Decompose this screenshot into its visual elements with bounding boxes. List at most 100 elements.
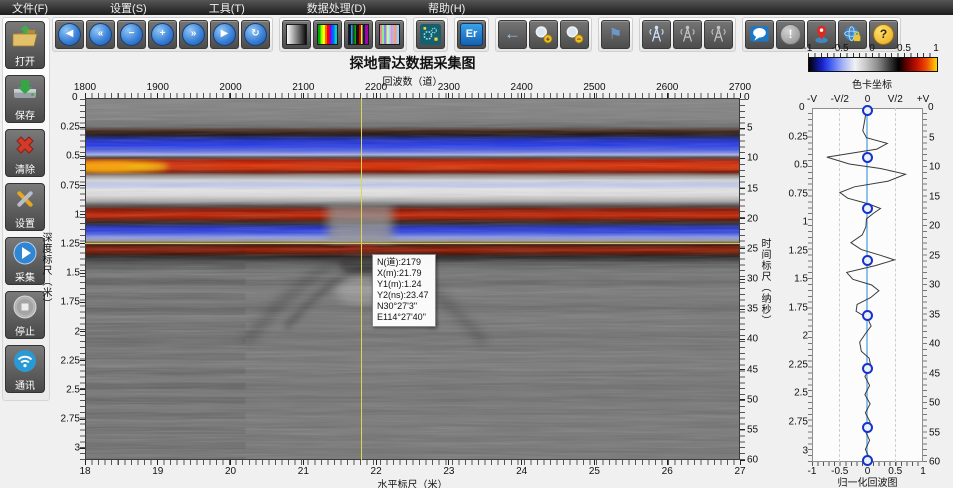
wave-right-tick-labels: 51015202530354045505560	[929, 108, 949, 462]
clear-x-icon	[12, 133, 38, 159]
antenna-active-icon	[646, 24, 667, 45]
menu-item[interactable]: 工具(T)	[209, 0, 245, 16]
tick-label: 1.75	[61, 297, 80, 308]
colormap-grayscale-button[interactable]	[282, 20, 311, 49]
wave-top-tick-label: -V	[807, 94, 817, 105]
step-forward-icon: ▶	[213, 23, 236, 46]
step-forward-button[interactable]: ▶	[210, 20, 239, 49]
step-backward-button[interactable]: ◀	[55, 20, 84, 49]
tick-label: 5	[747, 123, 753, 134]
colormap-swatch	[348, 24, 369, 45]
magnifier-zoom-in-button[interactable]: +	[529, 20, 558, 49]
colormap-swatch	[317, 24, 338, 45]
bottom-axis-label: 水平标尺（米）	[85, 476, 740, 488]
tick-mark	[594, 460, 595, 465]
tick-mark	[448, 460, 449, 465]
tools-icon	[12, 187, 38, 213]
network-globe-icon	[842, 24, 863, 45]
tick-label: 55	[929, 427, 940, 438]
menu-item[interactable]: 帮助(H)	[428, 0, 465, 16]
tick-label: 2.5	[66, 384, 80, 395]
flag-marker-button[interactable]: ⚑	[601, 20, 630, 49]
tick-label: 0.25	[61, 122, 80, 133]
tick-mark	[740, 339, 745, 340]
antenna-inactive-2-button[interactable]	[704, 20, 733, 49]
antenna-active-button[interactable]	[642, 20, 671, 49]
colormap-rainbow-button[interactable]	[313, 20, 342, 49]
sidebar-button-label: 设置	[6, 215, 44, 230]
step-backward-icon: ◀	[58, 23, 81, 46]
colormap-pastel-stripes-button[interactable]	[375, 20, 404, 49]
toolbar-group: ← + −	[495, 17, 592, 52]
warning-icon: !	[780, 24, 801, 45]
sidebar-button-label: 通讯	[6, 377, 44, 392]
tick-mark	[740, 279, 745, 280]
tooltip-line: E114°27'40"	[377, 312, 429, 323]
fast-backward-icon: «	[89, 23, 112, 46]
fast-forward-button[interactable]: »	[179, 20, 208, 49]
toolbar: ◀«−+»▶↻Er←+−⚑!?	[52, 17, 901, 51]
tick-mark	[740, 399, 745, 400]
tick-label: 10	[747, 153, 758, 164]
processing-settings-button[interactable]	[416, 20, 445, 49]
sidebar-button-clear[interactable]: 清除	[5, 129, 45, 177]
tick-label: 45	[929, 368, 940, 379]
sidebar-button-comm[interactable]: 通讯	[5, 345, 45, 393]
sidebar-button-label: 保存	[6, 107, 44, 122]
tick-mark	[376, 460, 377, 465]
tooltip-line: N(道):2179	[377, 257, 429, 268]
wave-marker	[862, 455, 873, 466]
antenna-inactive-2-icon	[708, 24, 729, 45]
network-globe-button[interactable]	[838, 20, 867, 49]
tick-label: 50	[929, 398, 940, 409]
help-icon: ?	[873, 24, 894, 45]
location-pin-button[interactable]	[807, 20, 836, 49]
sidebar-button-settings[interactable]: 设置	[5, 183, 45, 231]
erase-er-button[interactable]: Er	[457, 20, 486, 49]
message-button[interactable]	[745, 20, 774, 49]
tick-mark	[740, 128, 745, 129]
tick-label: 2.25	[789, 359, 808, 370]
flag-marker-icon: ⚑	[609, 25, 622, 43]
colormap-dark-stripes-button[interactable]	[344, 20, 373, 49]
menu-item[interactable]: 设置(S)	[110, 0, 147, 16]
zoom-increase-button[interactable]: +	[148, 20, 177, 49]
tick-label: 5	[929, 132, 935, 143]
antenna-inactive-1-icon	[677, 24, 698, 45]
colorbar-label: 色卡坐标	[808, 76, 936, 91]
tick-mark	[740, 460, 745, 461]
tick-label: 20	[929, 221, 940, 232]
tick-label: 0.25	[789, 131, 808, 142]
fast-forward-icon: »	[182, 23, 205, 46]
zoom-decrease-button[interactable]: −	[117, 20, 146, 49]
sidebar-button-label: 打开	[6, 53, 44, 68]
refresh-button[interactable]: ↻	[241, 20, 270, 49]
menu-item[interactable]: 文件(F)	[12, 0, 48, 16]
magnifier-zoom-out-button[interactable]: −	[560, 20, 589, 49]
tick-mark	[303, 460, 304, 465]
wave-top-tick-label: 0	[865, 94, 871, 105]
menu-item[interactable]: 数据处理(D)	[307, 0, 366, 16]
tick-label: 1.75	[789, 302, 808, 313]
wave-top-tick-labels: -V-V/20V/2+V	[812, 94, 923, 104]
sidebar-button-save[interactable]: 保存	[5, 75, 45, 123]
magnifier-zoom-in-icon: +	[533, 24, 554, 45]
toolbar-group: !?	[742, 17, 901, 52]
sidebar-button-open[interactable]: 打开	[5, 21, 45, 69]
folder-open-icon	[12, 25, 38, 51]
warning-button[interactable]: !	[776, 20, 805, 49]
tooltip-line: X(m):21.79	[377, 268, 429, 279]
erase-er-icon: Er	[460, 23, 483, 46]
help-button[interactable]: ?	[869, 20, 898, 49]
tick-label: 60	[747, 455, 758, 466]
tick-label: 3	[74, 443, 80, 454]
toolbar-group: ◀ «−+» ▶↻	[52, 17, 273, 52]
tick-label: 35	[929, 309, 940, 320]
antenna-inactive-1-button[interactable]	[673, 20, 702, 49]
tick-label: 0.5	[66, 151, 80, 162]
tick-label: 30	[929, 280, 940, 291]
toolbar-group	[639, 17, 736, 52]
undo-arrow-button[interactable]: ←	[498, 20, 527, 49]
svg-text:−: −	[577, 34, 582, 43]
fast-backward-button[interactable]: «	[86, 20, 115, 49]
